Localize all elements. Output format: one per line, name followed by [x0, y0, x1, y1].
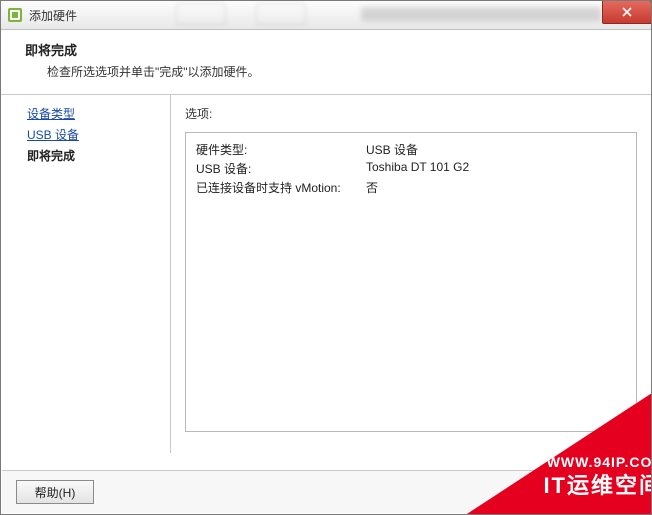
dialog-window: 添加硬件 即将完成 检查所选选项并单击"完成"以添加硬件。 设备类型 USB 设… — [0, 0, 652, 515]
close-icon — [622, 7, 632, 17]
sidebar-item-usb-device[interactable]: USB 设备 — [27, 126, 170, 143]
summary-value: USB 设备 — [366, 141, 418, 158]
titlebar: 添加硬件 — [1, 1, 651, 30]
wizard-main: 选项: 硬件类型: USB 设备 USB 设备: Toshiba DT 101 … — [171, 95, 651, 453]
wizard-steps-sidebar: 设备类型 USB 设备 即将完成 — [1, 95, 171, 453]
sidebar-item-current: 即将完成 — [27, 147, 170, 164]
background-blur — [176, 3, 306, 25]
close-button[interactable] — [602, 0, 652, 24]
app-icon — [7, 7, 23, 23]
summary-key: 已连接设备时支持 vMotion: — [196, 179, 366, 196]
summary-key: USB 设备: — [196, 160, 366, 177]
summary-row: USB 设备: Toshiba DT 101 G2 — [196, 160, 626, 177]
background-blur-text — [361, 7, 601, 21]
help-button[interactable]: 帮助(H) — [16, 480, 94, 504]
window-title: 添加硬件 — [29, 7, 77, 24]
summary-key: 硬件类型: — [196, 141, 366, 158]
wizard-header: 即将完成 检查所选选项并单击"完成"以添加硬件。 — [1, 30, 651, 95]
wizard-footer: 帮助(H) <上一步 — [2, 470, 650, 513]
summary-value: 否 — [366, 179, 378, 196]
wizard-step-title: 即将完成 — [25, 40, 635, 59]
wizard-body: 设备类型 USB 设备 即将完成 选项: 硬件类型: USB 设备 USB 设备… — [1, 95, 651, 453]
options-box: 硬件类型: USB 设备 USB 设备: Toshiba DT 101 G2 已… — [185, 132, 637, 432]
watermark-url: WWW.94IP.COM — [547, 454, 652, 470]
summary-row: 已连接设备时支持 vMotion: 否 — [196, 179, 626, 196]
sidebar-item-device-type[interactable]: 设备类型 — [27, 105, 170, 122]
back-button[interactable]: <上一步 — [558, 480, 636, 504]
summary-value: Toshiba DT 101 G2 — [366, 160, 469, 177]
options-label: 选项: — [185, 105, 637, 122]
summary-row: 硬件类型: USB 设备 — [196, 141, 626, 158]
wizard-step-subtitle: 检查所选选项并单击"完成"以添加硬件。 — [47, 63, 635, 80]
